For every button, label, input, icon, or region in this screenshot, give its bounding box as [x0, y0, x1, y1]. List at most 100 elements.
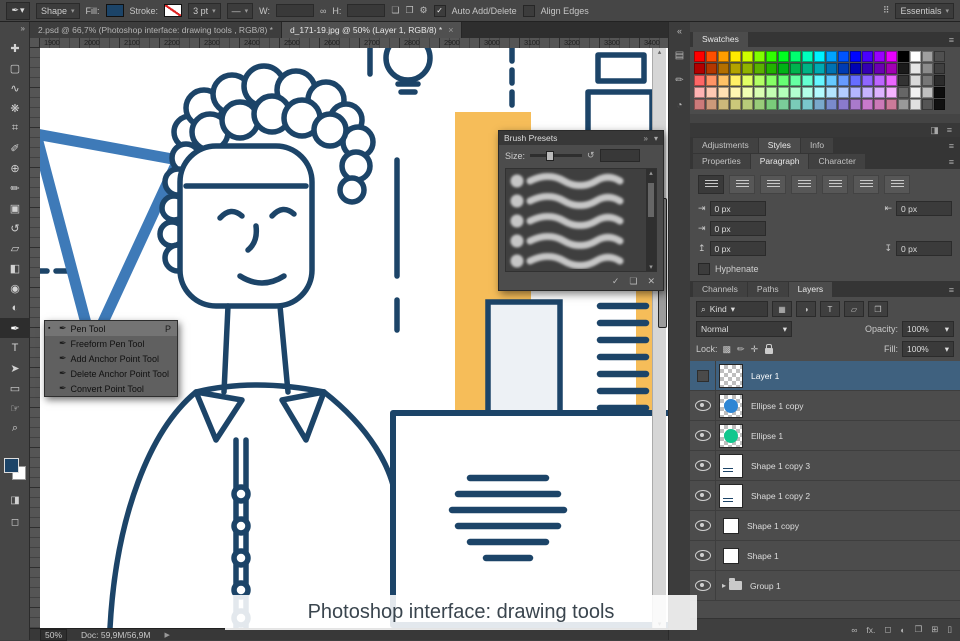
color-swatch[interactable]	[838, 51, 849, 62]
marquee-tool[interactable]: ▢	[0, 58, 30, 78]
layer-thumbnail[interactable]	[719, 363, 743, 388]
foreground-color-swatch[interactable]	[4, 458, 19, 473]
add-mask-icon[interactable]: ◻	[884, 624, 891, 635]
rectangle-tool[interactable]: ▭	[0, 378, 30, 398]
document-tab-1[interactable]: 2.psd @ 66,7% (Photoshop interface: draw…	[30, 22, 282, 38]
color-swatch[interactable]	[934, 63, 945, 74]
visibility-toggle[interactable]	[690, 480, 716, 511]
tab-adjustments[interactable]: Adjustments	[693, 138, 758, 153]
color-swatch[interactable]	[718, 51, 729, 62]
foreground-background-colors[interactable]	[4, 458, 26, 480]
screen-mode-button[interactable]: ◻	[0, 512, 30, 532]
color-swatch[interactable]	[874, 99, 885, 110]
blur-tool[interactable]: ◉	[0, 278, 30, 298]
tab-properties[interactable]: Properties	[693, 154, 750, 169]
hyphenate-checkbox[interactable]	[698, 263, 710, 275]
color-swatch[interactable]	[862, 87, 873, 98]
color-swatch[interactable]	[694, 87, 705, 98]
reset-icon[interactable]: ↺	[587, 150, 595, 161]
layer-row-ellipse-1[interactable]: Ellipse 1	[690, 420, 960, 451]
color-swatch[interactable]	[898, 51, 909, 62]
visibility-toggle[interactable]	[690, 510, 716, 541]
layer-row-layer-1[interactable]: Layer 1	[690, 360, 960, 391]
color-swatch[interactable]	[898, 87, 909, 98]
lock-position-icon[interactable]: ✛	[751, 344, 759, 355]
lock-transparency-icon[interactable]: ▩	[723, 344, 732, 355]
move-tool[interactable]: ✚	[0, 38, 30, 58]
color-swatch[interactable]	[790, 75, 801, 86]
hand-tool[interactable]: ☞	[0, 398, 30, 418]
gear-icon[interactable]: ⚙	[420, 5, 428, 16]
document-tab-2[interactable]: d_171-19.jpg @ 50% (Layer 1, RGB/8) * ×	[281, 22, 463, 38]
zoom-level-field[interactable]: 50%	[40, 628, 68, 641]
color-swatch[interactable]	[754, 75, 765, 86]
color-swatch[interactable]	[790, 51, 801, 62]
color-swatch[interactable]	[754, 51, 765, 62]
eraser-tool[interactable]: ▱	[0, 238, 30, 258]
color-swatch[interactable]	[838, 75, 849, 86]
color-swatch[interactable]	[934, 75, 945, 86]
color-swatch[interactable]	[790, 63, 801, 74]
auto-add-delete-checkbox[interactable]: ✓	[433, 4, 446, 17]
color-swatch[interactable]	[886, 75, 897, 86]
space-after-input[interactable]: 0 px	[896, 241, 952, 256]
link-dimensions-icon[interactable]: ∞	[320, 6, 326, 16]
color-swatch[interactable]	[754, 87, 765, 98]
delete-brush-icon[interactable]: ✕	[647, 276, 655, 287]
menu-item-convert-point-tool[interactable]: ✒ Convert Point Tool	[45, 381, 177, 396]
workspace-switcher[interactable]: Essentials ▾	[895, 2, 954, 19]
color-swatch[interactable]	[910, 51, 921, 62]
color-swatch[interactable]	[730, 51, 741, 62]
color-swatch[interactable]	[802, 63, 813, 74]
expand-dock-icon[interactable]: «	[669, 26, 690, 36]
width-input[interactable]	[275, 4, 314, 17]
height-input[interactable]	[347, 4, 386, 17]
color-swatch[interactable]	[922, 51, 933, 62]
opacity-select[interactable]: 100% ▾	[902, 321, 954, 337]
scrollbar[interactable]: ▴ ▾	[646, 169, 656, 271]
layer-row-group-1[interactable]: ▸ Group 1	[690, 570, 960, 601]
color-swatch[interactable]	[694, 75, 705, 86]
color-swatch[interactable]	[718, 63, 729, 74]
align-left-button[interactable]	[698, 175, 724, 194]
stroke-color-swatch[interactable]	[164, 4, 183, 17]
visibility-toggle[interactable]	[690, 420, 716, 451]
tool-mode-select[interactable]: Shape ▾	[36, 2, 80, 19]
layer-row-shape-1-copy-3[interactable]: Shape 1 copy 3	[690, 450, 960, 481]
color-swatch[interactable]	[862, 63, 873, 74]
color-swatch[interactable]	[742, 63, 753, 74]
layer-row-ellipse-1-copy[interactable]: Ellipse 1 copy	[690, 390, 960, 421]
layer-thumbnail[interactable]	[719, 483, 743, 508]
color-swatch[interactable]	[754, 99, 765, 110]
color-swatch[interactable]	[778, 87, 789, 98]
lasso-tool[interactable]: ∿	[0, 78, 30, 98]
color-swatch[interactable]	[922, 87, 933, 98]
filter-adjustment-layers-icon[interactable]: ◑	[796, 301, 816, 317]
color-swatch[interactable]	[802, 99, 813, 110]
panel-menu-icon[interactable]: ≡	[949, 35, 954, 47]
path-operations-icon[interactable]: ❏	[391, 5, 399, 16]
filter-smart-objects-icon[interactable]: ❒	[868, 301, 888, 317]
path-alignment-icon[interactable]: ❐	[405, 5, 413, 16]
color-swatch[interactable]	[910, 87, 921, 98]
visibility-toggle[interactable]	[690, 450, 716, 481]
visibility-toggle[interactable]	[690, 360, 716, 391]
justify-last-center-button[interactable]	[822, 175, 848, 194]
collapsed-panel-icon[interactable]: ◔	[669, 100, 690, 111]
layer-row-shape-1[interactable]: Shape 1	[690, 540, 960, 571]
color-swatch[interactable]	[730, 99, 741, 110]
color-swatch[interactable]	[766, 75, 777, 86]
layer-filter-select[interactable]: ⌕ Kind ▾	[696, 301, 768, 317]
color-swatch[interactable]	[850, 63, 861, 74]
path-selection-tool[interactable]: ➤	[0, 358, 30, 378]
menu-item-pen-tool[interactable]: ▪ ✒ Pen Tool P	[45, 321, 177, 336]
color-swatch[interactable]	[766, 51, 777, 62]
eyedropper-tool[interactable]: ✐	[0, 138, 30, 158]
add-adjustment-icon[interactable]: ◐	[900, 625, 905, 635]
color-swatch[interactable]	[886, 99, 897, 110]
color-swatch[interactable]	[778, 75, 789, 86]
filter-pixel-layers-icon[interactable]: ▦	[772, 301, 792, 317]
fill-opacity-select[interactable]: 100% ▾	[902, 341, 954, 357]
color-swatch[interactable]	[874, 63, 885, 74]
justify-last-left-button[interactable]	[791, 175, 817, 194]
